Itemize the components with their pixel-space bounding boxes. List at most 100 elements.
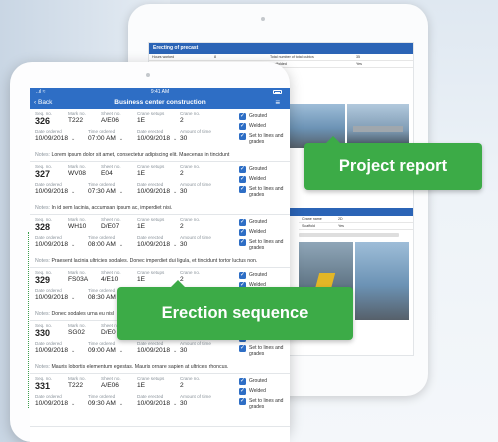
mark-label: Mark no. bbox=[68, 164, 86, 169]
notes-label: Notes: bbox=[35, 364, 50, 370]
status-bar: ..ıl ≈ 9:41 AM bbox=[30, 88, 290, 96]
welded-checkbox[interactable]: ✓ bbox=[239, 176, 246, 183]
sheet-value: A/E06 bbox=[101, 117, 119, 124]
date-ordered-select[interactable]: 10/09/2018 ⌄ bbox=[35, 347, 75, 354]
date-ordered-select[interactable]: 10/09/2018 ⌄ bbox=[35, 294, 75, 301]
chevron-down-icon: ⌄ bbox=[173, 348, 178, 354]
erection-record[interactable]: Seq. no. 326 Mark no. T222 Sheet no. A/E06 Cra… bbox=[30, 109, 290, 162]
sheet-label: Sheet no. bbox=[101, 270, 121, 275]
welded-checkbox[interactable]: ✓ bbox=[239, 123, 246, 130]
date-ordered-select[interactable]: 10/09/2018 ⌄ bbox=[35, 400, 75, 407]
time-ordered-select[interactable]: 08:00 AM ⌄ bbox=[88, 241, 123, 248]
set-lines-checkbox[interactable]: ✓ bbox=[239, 239, 246, 246]
report-text-line bbox=[299, 233, 399, 237]
chevron-down-icon: ⌄ bbox=[118, 242, 124, 248]
date-erected-select[interactable]: 10/09/2018 ⌄ bbox=[137, 188, 177, 195]
amount-value: 30 bbox=[180, 400, 188, 407]
report-row: Hours worked 8 Total number of total cub… bbox=[149, 54, 413, 61]
date-ordered-label: Date ordered bbox=[35, 182, 62, 187]
set-lines-checkbox-label: Set to lines and grades bbox=[249, 345, 284, 357]
time-ordered-select[interactable]: 09:30 AM ⌄ bbox=[88, 400, 123, 407]
report-row: Crane name 2D bbox=[299, 216, 413, 223]
chevron-down-icon: ⌄ bbox=[118, 189, 124, 195]
record-notes: Notes: Donec sodales urna eu nisl bbox=[35, 311, 114, 317]
app-tablet: ..ıl ≈ 9:41 AM ‹ Back Business center co… bbox=[10, 62, 290, 442]
erection-list: Seq. no. 326 Mark no. T222 Sheet no. A/E06 Cra… bbox=[30, 109, 290, 427]
time-ordered-select[interactable]: 07:00 AM ⌄ bbox=[88, 135, 123, 142]
welded-checkbox[interactable]: ✓ bbox=[239, 388, 246, 395]
sheet-label: Sheet no. bbox=[101, 376, 121, 381]
amount-label: Amount of time bbox=[180, 235, 211, 240]
setups-value: 1E bbox=[137, 276, 146, 283]
chevron-down-icon: ⌄ bbox=[71, 189, 76, 195]
set-lines-checkbox[interactable]: ✓ bbox=[239, 398, 246, 405]
date-erected-select-value: 10/09/2018 bbox=[137, 347, 171, 354]
project-report-banner: Project report bbox=[304, 136, 482, 190]
set-lines-checkbox-label: Set to lines and grades bbox=[249, 186, 284, 198]
notes-label: Notes: bbox=[35, 311, 50, 317]
crane-value: 2 bbox=[180, 170, 184, 177]
mark-label: Mark no. bbox=[68, 111, 86, 116]
chevron-down-icon: ⌄ bbox=[118, 348, 124, 354]
setups-value: 1E bbox=[137, 117, 146, 124]
erection-record[interactable]: Seq. no. 327 Mark no. WV08 Sheet no. E04 Crane… bbox=[30, 162, 290, 215]
grouted-checkbox[interactable]: ✓ bbox=[239, 166, 246, 173]
setups-value: 1E bbox=[137, 382, 146, 389]
amount-label: Amount of time bbox=[180, 394, 211, 399]
sequence-connector bbox=[28, 232, 29, 408]
seq-value: 327 bbox=[35, 169, 51, 179]
crane-label: Crane no. bbox=[180, 164, 201, 169]
time-ordered-select-value: 07:00 AM bbox=[88, 135, 116, 142]
date-ordered-label: Date ordered bbox=[35, 341, 62, 346]
date-ordered-select[interactable]: 10/09/2018 ⌄ bbox=[35, 241, 75, 248]
menu-icon[interactable]: ≡ bbox=[275, 99, 280, 107]
amount-value: 30 bbox=[180, 135, 188, 142]
erection-record[interactable]: Seq. no. 328 Mark no. WH10 Sheet no. D/E07 Cra… bbox=[30, 215, 290, 268]
grouted-checkbox[interactable]: ✓ bbox=[239, 378, 246, 385]
app-screen: ..ıl ≈ 9:41 AM ‹ Back Business center co… bbox=[30, 88, 290, 442]
date-erected-select[interactable]: 10/09/2018 ⌄ bbox=[137, 400, 177, 407]
set-lines-checkbox[interactable]: ✓ bbox=[239, 345, 246, 352]
date-ordered-select-value: 10/09/2018 bbox=[35, 241, 69, 248]
date-erected-select[interactable]: 10/09/2018 ⌄ bbox=[137, 241, 177, 248]
time-ordered-select[interactable]: 07:30 AM ⌄ bbox=[88, 188, 123, 195]
record-notes: Notes: Mauris lobortis elementum egestas… bbox=[35, 364, 228, 370]
grouted-checkbox[interactable]: ✓ bbox=[239, 272, 246, 279]
grouted-checkbox[interactable]: ✓ bbox=[239, 219, 246, 226]
date-ordered-select-value: 10/09/2018 bbox=[35, 188, 69, 195]
grouted-checkbox-label: Grouted bbox=[249, 113, 268, 119]
sheet-value: E04 bbox=[101, 170, 113, 177]
mark-value: T222 bbox=[68, 382, 84, 389]
camera-dot bbox=[146, 73, 150, 77]
erection-record[interactable]: Seq. no. 331 Mark no. T222 Sheet no. A/E06 Cra… bbox=[30, 374, 290, 427]
set-lines-checkbox[interactable]: ✓ bbox=[239, 133, 246, 140]
setups-label: Crane setups bbox=[137, 111, 165, 116]
set-lines-checkbox[interactable]: ✓ bbox=[239, 186, 246, 193]
crane-label: Crane no. bbox=[180, 270, 201, 275]
welded-checkbox-label: Welded bbox=[249, 123, 266, 129]
setups-label: Crane setups bbox=[137, 376, 165, 381]
welded-checkbox-label: Welded bbox=[249, 176, 266, 182]
crane-label: Crane no. bbox=[180, 376, 201, 381]
date-erected-label: Date erected bbox=[137, 129, 164, 134]
chevron-down-icon: ⌄ bbox=[71, 295, 76, 301]
grouted-checkbox-label: Grouted bbox=[249, 378, 268, 384]
time-ordered-select[interactable]: 09:00 AM ⌄ bbox=[88, 347, 123, 354]
grouted-checkbox[interactable]: ✓ bbox=[239, 113, 246, 120]
chevron-down-icon: ⌄ bbox=[71, 136, 76, 142]
date-ordered-select[interactable]: 10/09/2018 ⌄ bbox=[35, 135, 75, 142]
chevron-down-icon: ⌄ bbox=[71, 401, 76, 407]
time-ordered-label: Time ordered bbox=[88, 129, 116, 134]
date-ordered-select[interactable]: 10/09/2018 ⌄ bbox=[35, 188, 75, 195]
date-erected-select[interactable]: 10/09/2018 ⌄ bbox=[137, 347, 177, 354]
set-lines-checkbox-label: Set to lines and grades bbox=[249, 239, 284, 251]
notes-text: Praesent lacinia ultricies sodales. Done… bbox=[51, 258, 258, 264]
crane-value: 2 bbox=[180, 223, 184, 230]
setups-value: 1E bbox=[137, 223, 146, 230]
record-notes: Notes: In id sem lacinia, accumsan ipsum… bbox=[35, 205, 172, 211]
amount-label: Amount of time bbox=[180, 341, 211, 346]
date-erected-select[interactable]: 10/09/2018 ⌄ bbox=[137, 135, 177, 142]
date-erected-label: Date erected bbox=[137, 182, 164, 187]
welded-checkbox-label: Welded bbox=[249, 388, 266, 394]
welded-checkbox[interactable]: ✓ bbox=[239, 229, 246, 236]
